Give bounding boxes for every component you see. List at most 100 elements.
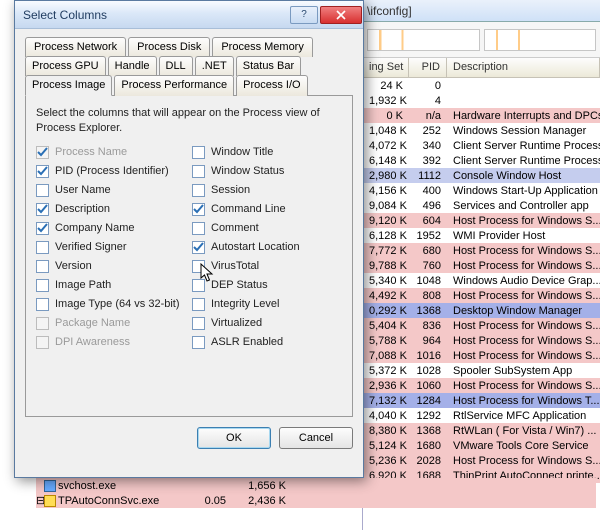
process-row[interactable]: 4,156 K400Windows Start-Up Application (363, 183, 600, 198)
bg-toolbar-fragment (363, 22, 600, 58)
col-header-description[interactable]: Description (447, 58, 600, 77)
checkbox-col-right: Window Title Window Status Session Command … (192, 146, 342, 349)
tab-handle[interactable]: Handle (108, 56, 157, 76)
process-row[interactable]: 5,372 K1028Spooler SubSystem App (363, 363, 600, 378)
checkbox-box (192, 203, 205, 216)
process-row[interactable]: 8,380 K1368RtWLan ( For Vista / Win7) ..… (363, 423, 600, 438)
process-row[interactable]: 7,088 K1016Host Process for Windows S... (363, 348, 600, 363)
dialog-titlebar[interactable]: Select Columns ? (15, 1, 363, 29)
checkbox-pid-process-identifier-[interactable]: PID (Process Identifier) (36, 165, 186, 178)
checkbox-image-path[interactable]: Image Path (36, 279, 186, 292)
checkbox-box (36, 336, 49, 349)
checkbox-label: Command Line (211, 203, 286, 215)
tab-process-i-o[interactable]: Process I/O (236, 75, 307, 96)
tab-process-memory[interactable]: Process Memory (212, 37, 313, 57)
checkbox-box (36, 260, 49, 273)
process-row[interactable]: 5,340 K1048Windows Audio Device Grap... (363, 273, 600, 288)
checkbox-virustotal[interactable]: VirusTotal (192, 260, 342, 273)
checkbox-description[interactable]: Description (36, 203, 186, 216)
close-button[interactable] (320, 6, 362, 24)
checkbox-label: User Name (55, 184, 111, 196)
panel-description: Select the columns that will appear on t… (36, 106, 342, 136)
process-row[interactable]: 24 K0 (363, 78, 600, 93)
checkbox-label: Window Status (211, 165, 284, 177)
close-icon (336, 10, 346, 20)
bg-process-rows[interactable]: 24 K01,932 K40 Kn/aHardware Interrupts a… (363, 78, 600, 483)
process-row[interactable]: 9,120 K604Host Process for Windows S... (363, 213, 600, 228)
process-row[interactable]: 2,980 K1112Console Window Host (363, 168, 600, 183)
process-row[interactable]: 1,932 K4 (363, 93, 600, 108)
process-row[interactable]: 0 Kn/aHardware Interrupts and DPCs (363, 108, 600, 123)
tree-row[interactable]: ⊟TPAutoConnSvc.exe0.052,436 K (36, 493, 596, 508)
checkbox-window-title[interactable]: Window Title (192, 146, 342, 159)
checkbox-image-type-64-vs-32-bit-[interactable]: Image Type (64 vs 32-bit) (36, 298, 186, 311)
checkbox-box (192, 184, 205, 197)
checkbox-label: Version (55, 260, 92, 272)
tab-process-gpu[interactable]: Process GPU (25, 56, 106, 76)
bg-tree-rows[interactable]: svchost.exe1,656 K⊟TPAutoConnSvc.exe0.05… (36, 478, 596, 508)
tab-process-image[interactable]: Process Image (25, 75, 112, 96)
checkbox-columns: Process NamePID (Process Identifier)User… (36, 146, 342, 349)
dialog-button-row: OK Cancel (25, 427, 353, 449)
process-row[interactable]: 5,404 K836Host Process for Windows S... (363, 318, 600, 333)
tab-dll[interactable]: DLL (159, 56, 193, 76)
checkbox-box (192, 165, 205, 178)
checkbox-comment[interactable]: Comment (192, 222, 342, 235)
tab-process-performance[interactable]: Process Performance (114, 75, 234, 96)
checkbox-label: Description (55, 203, 110, 215)
checkbox-label: Virtualized (211, 317, 262, 329)
checkbox-user-name[interactable]: User Name (36, 184, 186, 197)
process-row[interactable]: 9,084 K496Services and Controller app (363, 198, 600, 213)
checkbox-command-line[interactable]: Command Line (192, 203, 342, 216)
bg-column-headers[interactable]: ing Set PID Description (363, 58, 600, 78)
process-row[interactable]: 5,124 K1680VMware Tools Core Service (363, 438, 600, 453)
sparkline-graph (367, 29, 480, 51)
ok-button[interactable]: OK (197, 427, 271, 449)
process-row[interactable]: 0,292 K1368Desktop Window Manager (363, 303, 600, 318)
checkbox-version[interactable]: Version (36, 260, 186, 273)
process-row[interactable]: 4,040 K1292RtlService MFC Application (363, 408, 600, 423)
tree-row[interactable]: svchost.exe1,656 K (36, 478, 596, 493)
checkbox-virtualized[interactable]: Virtualized (192, 317, 342, 330)
process-row[interactable]: 6,128 K1952WMI Provider Host (363, 228, 600, 243)
process-row[interactable]: 5,236 K2028Host Process for Windows S... (363, 453, 600, 468)
checkbox-label: Session (211, 184, 250, 196)
tab--net[interactable]: .NET (195, 56, 234, 76)
checkbox-box (36, 203, 49, 216)
tab-status-bar[interactable]: Status Bar (236, 56, 301, 76)
tab-process-disk[interactable]: Process Disk (128, 37, 210, 57)
checkbox-session[interactable]: Session (192, 184, 342, 197)
checkbox-dep-status[interactable]: DEP Status (192, 279, 342, 292)
checkbox-window-status[interactable]: Window Status (192, 165, 342, 178)
process-row[interactable]: 7,132 K1284Host Process for Windows T... (363, 393, 600, 408)
checkbox-box (192, 298, 205, 311)
checkbox-label: PID (Process Identifier) (55, 165, 169, 177)
process-row[interactable]: 9,788 K760Host Process for Windows S... (363, 258, 600, 273)
process-row[interactable]: 2,936 K1060Host Process for Windows S... (363, 378, 600, 393)
process-row[interactable]: 4,072 K340Client Server Runtime Process (363, 138, 600, 153)
checkbox-box (192, 336, 205, 349)
process-row[interactable]: 5,788 K964Host Process for Windows S... (363, 333, 600, 348)
col-header-working-set[interactable]: ing Set (363, 58, 409, 77)
checkbox-label: Verified Signer (55, 241, 127, 253)
checkbox-aslr-enabled[interactable]: ASLR Enabled (192, 336, 342, 349)
process-row[interactable]: 1,048 K252Windows Session Manager (363, 123, 600, 138)
checkbox-integrity-level[interactable]: Integrity Level (192, 298, 342, 311)
checkbox-verified-signer[interactable]: Verified Signer (36, 241, 186, 254)
tab-process-network[interactable]: Process Network (25, 37, 126, 57)
help-button[interactable]: ? (290, 6, 318, 24)
dialog-title: Select Columns (23, 8, 289, 22)
process-row[interactable]: 7,772 K680Host Process for Windows S... (363, 243, 600, 258)
checkbox-label: Comment (211, 222, 259, 234)
checkbox-company-name[interactable]: Company Name (36, 222, 186, 235)
checkbox-label: VirusTotal (211, 260, 259, 272)
col-header-pid[interactable]: PID (409, 58, 447, 77)
checkbox-autostart-location[interactable]: Autostart Location (192, 241, 342, 254)
process-icon (44, 495, 56, 507)
process-row[interactable]: 4,492 K808Host Process for Windows S... (363, 288, 600, 303)
checkbox-box (36, 165, 49, 178)
cancel-button[interactable]: Cancel (279, 427, 353, 449)
checkbox-label: DEP Status (211, 279, 268, 291)
checkbox-label: Package Name (55, 317, 130, 329)
process-row[interactable]: 6,148 K392Client Server Runtime Process (363, 153, 600, 168)
